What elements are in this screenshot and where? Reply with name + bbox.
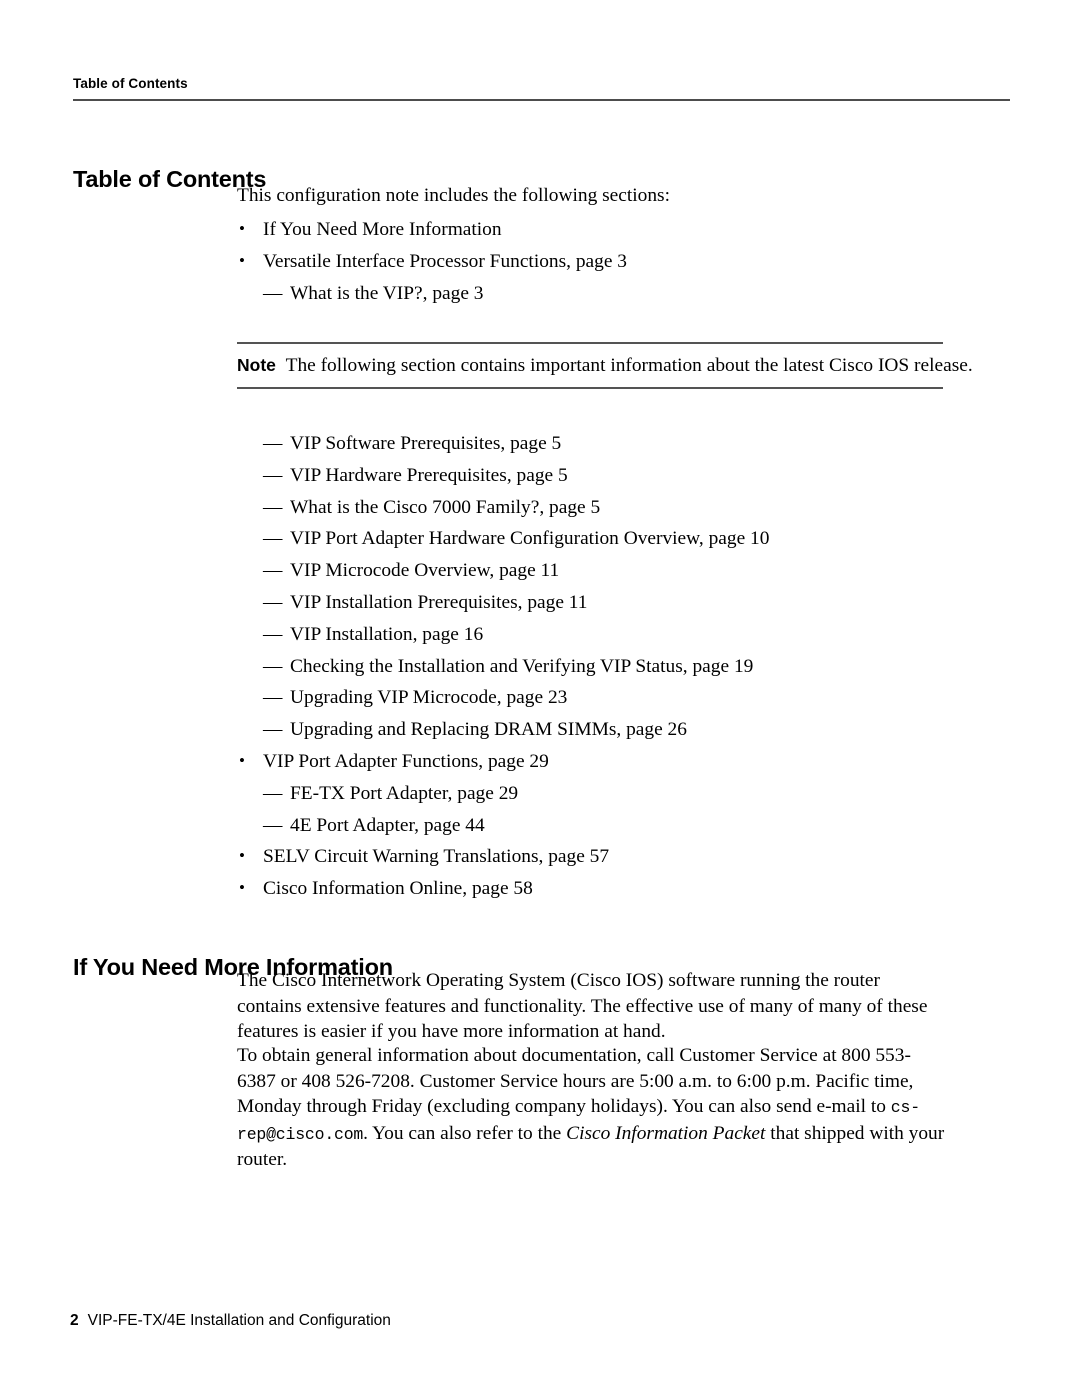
em-dash-icon: — [263,282,282,304]
toc-entry[interactable]: — Upgrading VIP Microcode, page 23 [237,682,977,714]
toc-intro-text: This configuration note includes the fol… [237,185,670,206]
toc-list-top: • If You Need More Information • Versatile … [237,214,977,309]
toc-entry-label: VIP Hardware Prerequisites, page 5 [290,464,568,486]
paragraph-text-part-1: To obtain general information about docu… [237,1045,914,1118]
toc-entry[interactable]: — Checking the Installation and Verifying… [237,651,977,683]
em-dash-icon: — [263,814,282,836]
toc-entry[interactable]: — VIP Hardware Prerequisites, page 5 [237,460,977,492]
em-dash-icon: — [263,591,282,613]
paragraph-ios-overview: The Cisco Internetwork Operating System … [237,970,928,1043]
toc-entry-label: Upgrading VIP Microcode, page 23 [290,687,568,709]
toc-entry-label: Upgrading and Replacing DRAM SIMMs, page… [290,719,687,741]
toc-entry[interactable]: • Versatile Interface Processor Functions… [237,246,977,278]
em-dash-icon: — [263,623,282,645]
toc-entry-label: Versatile Interface Processor Functions,… [263,250,627,272]
toc-entry[interactable]: • SELV Circuit Warning Translations, page… [237,841,977,873]
footer-page-number: 2 [70,1312,79,1329]
bullet-icon: • [239,250,245,270]
toc-entry[interactable]: — VIP Installation, page 16 [237,619,977,651]
bullet-icon: • [239,750,245,770]
toc-entry-label: VIP Port Adapter Functions, page 29 [263,750,549,772]
toc-entry[interactable]: — Upgrading and Replacing DRAM SIMMs, pag… [237,714,977,746]
em-dash-icon: — [263,528,282,550]
em-dash-icon: — [263,496,282,518]
toc-entry[interactable]: • VIP Port Adapter Functions, page 29 [237,746,977,778]
document-page: Table of Contents Table of Contents This… [0,0,1080,1397]
paragraph-customer-service: To obtain general information about docu… [237,1043,945,1173]
em-dash-icon: — [263,655,282,677]
em-dash-icon: — [263,687,282,709]
em-dash-icon: — [263,719,282,741]
toc-entry-label: If You Need More Information [263,219,502,240]
toc-entry[interactable]: — What is the VIP?, page 3 [237,278,977,310]
toc-entry-label: VIP Installation, page 16 [290,623,484,645]
em-dash-icon: — [263,782,282,804]
note-text: The following section contains important… [285,355,973,376]
em-dash-icon: — [263,560,282,582]
toc-entry-label: VIP Software Prerequisites, page 5 [290,433,562,454]
bullet-icon: • [239,846,245,866]
note-body: Note The following section contains impo… [237,344,973,387]
toc-entry-label: What is the Cisco 7000 Family?, page 5 [290,496,601,518]
cisco-information-packet-title: Cisco Information Packet [566,1122,766,1144]
toc-entry[interactable]: — What is the Cisco 7000 Family?, page 5 [237,492,977,524]
toc-entry-label: VIP Port Adapter Hardware Configuration … [290,528,770,550]
toc-entry-label: Checking the Installation and Verifying … [290,655,754,677]
bullet-icon: • [239,878,245,898]
note-label: Note [237,355,276,375]
toc-entry-label: 4E Port Adapter, page 44 [290,814,485,836]
toc-entry[interactable]: — VIP Port Adapter Hardware Configuration… [237,523,977,555]
toc-entry-label: SELV Circuit Warning Translations, page … [263,846,610,868]
em-dash-icon: — [263,433,282,454]
toc-entry-label: FE-TX Port Adapter, page 29 [290,782,519,804]
toc-entry[interactable]: — VIP Software Prerequisites, page 5 [237,428,977,460]
toc-entry-label: VIP Microcode Overview, page 11 [290,560,560,582]
toc-entry-label: Cisco Information Online, page 58 [263,878,533,900]
toc-entry[interactable]: — VIP Installation Prerequisites, page 11 [237,587,977,619]
page-footer: 2 VIP-FE-TX/4E Installation and Configura… [70,1312,391,1330]
toc-entry-label: VIP Installation Prerequisites, page 11 [290,591,588,613]
paragraph-text-part-2: . You can also refer to the [363,1122,567,1144]
header-rule [73,99,1010,101]
toc-entry[interactable]: • If You Need More Information [237,214,977,246]
em-dash-icon: — [263,464,282,486]
toc-entry-label: What is the VIP?, page 3 [290,282,484,304]
toc-entry[interactable]: — 4E Port Adapter, page 44 [237,810,977,842]
running-head: Table of Contents [73,76,188,91]
toc-list-bottom: — VIP Software Prerequisites, page 5 — VIP … [237,428,977,905]
note-callout: Note The following section contains impo… [237,342,973,389]
note-rule-bottom [237,387,943,389]
bullet-icon: • [239,219,245,238]
footer-document-title: VIP-FE-TX/4E Installation and Configurat… [87,1312,391,1329]
toc-entry[interactable]: — VIP Microcode Overview, page 11 [237,555,977,587]
toc-entry[interactable]: — FE-TX Port Adapter, page 29 [237,778,977,810]
toc-entry[interactable]: • Cisco Information Online, page 58 [237,873,977,905]
